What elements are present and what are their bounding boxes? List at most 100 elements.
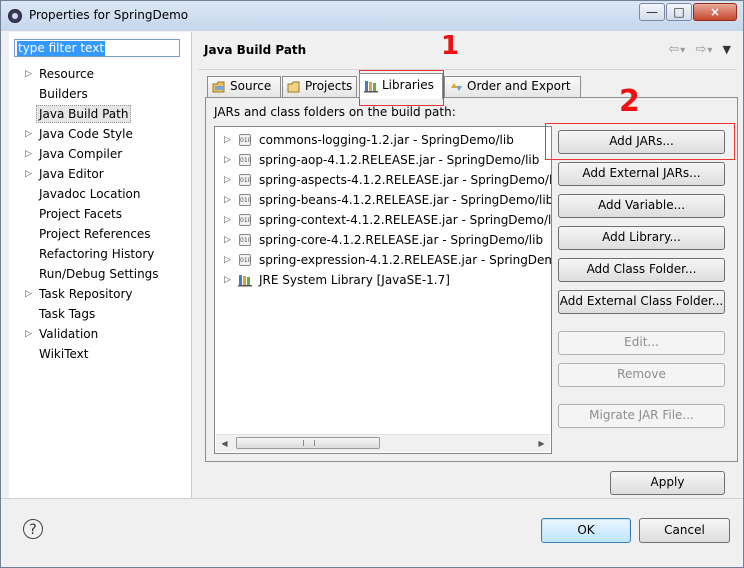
expand-arrow-icon[interactable]: ▷ <box>224 230 231 250</box>
sidebar-item-project-references[interactable]: Project References <box>9 225 189 243</box>
projects-folder-icon <box>287 81 300 93</box>
sidebar-item-label: Refactoring History <box>39 247 155 261</box>
library-label: spring-core-4.1.2.RELEASE.jar - SpringDe… <box>259 233 544 247</box>
library-row[interactable]: ▷ 010 spring-core-4.1.2.RELEASE.jar - Spri… <box>215 230 551 250</box>
back-menu-chevron-icon[interactable]: ▾ <box>680 45 685 56</box>
add-library-button[interactable]: Add Library... <box>558 226 725 250</box>
expand-arrow-icon[interactable]: ▷ <box>224 210 231 230</box>
library-label: spring-aop-4.1.2.RELEASE.jar - SpringDem… <box>259 153 540 167</box>
properties-dialog: Properties for SpringDemo — □ × type fil… <box>0 0 744 568</box>
add-external-class-folder-button[interactable]: Add External Class Folder... <box>558 290 725 314</box>
library-row[interactable]: ▷ 010 spring-context-4.1.2.RELEASE.jar - S… <box>215 210 552 230</box>
step-2-annotation: 2 <box>619 84 640 119</box>
expand-arrow-icon[interactable]: ▷ <box>25 325 35 343</box>
jar-icon: 010 <box>239 154 251 166</box>
window-title: Properties for SpringDemo <box>29 8 189 22</box>
library-label: spring-aspects-4.1.2.RELEASE.jar - Sprin… <box>259 173 552 187</box>
expand-arrow-icon[interactable]: ▷ <box>25 65 35 83</box>
libraries-description: JARs and class folders on the build path… <box>214 105 456 119</box>
sidebar-item-label: Resource <box>39 67 95 81</box>
minimize-button[interactable]: — <box>639 3 665 21</box>
library-label: spring-context-4.1.2.RELEASE.jar - Sprin… <box>259 213 552 227</box>
sidebar-item-java-code-style[interactable]: ▷ Java Code Style <box>9 125 189 143</box>
add-external-jars-button[interactable]: Add External JARs... <box>558 162 725 186</box>
sidebar-item-label: Project References <box>39 227 151 241</box>
sidebar-item-run-debug-settings[interactable]: Run/Debug Settings <box>9 265 189 283</box>
sidebar-item-refactoring-history[interactable]: Refactoring History <box>9 245 189 263</box>
library-label: commons-logging-1.2.jar - SpringDemo/lib <box>259 133 514 147</box>
forward-menu-chevron-icon[interactable]: ▾ <box>707 45 712 56</box>
expand-arrow-icon[interactable]: ▷ <box>224 190 231 210</box>
jar-icon: 010 <box>239 214 251 226</box>
expand-arrow-icon[interactable]: ▷ <box>224 130 231 150</box>
sidebar-item-label: Java Code Style <box>39 127 133 141</box>
edit-button[interactable]: Edit... <box>558 331 725 355</box>
library-list[interactable]: ▷ 010 commons-logging-1.2.jar - SpringDemo… <box>214 126 552 454</box>
forward-arrow-icon[interactable]: ⇨ <box>695 42 706 57</box>
expand-arrow-icon[interactable]: ▷ <box>224 250 231 270</box>
tab-projects[interactable]: Projects <box>282 76 357 97</box>
expand-arrow-icon[interactable]: ▷ <box>224 170 231 190</box>
add-jars-highlight <box>545 123 735 160</box>
source-folder-icon <box>212 81 225 93</box>
title-bar: Properties for SpringDemo — □ × <box>1 1 743 31</box>
scroll-right-icon[interactable]: ▶ <box>533 435 550 452</box>
expand-arrow-icon[interactable]: ▷ <box>224 270 231 290</box>
remove-button[interactable]: Remove <box>558 363 725 387</box>
scrollbar-thumb[interactable] <box>236 437 380 449</box>
cancel-button[interactable]: Cancel <box>639 518 730 543</box>
jar-icon: 010 <box>239 234 251 246</box>
sidebar-item-task-repository[interactable]: ▷ Task Repository <box>9 285 189 303</box>
sidebar-item-java-compiler[interactable]: ▷ Java Compiler <box>9 145 189 163</box>
jre-library-icon <box>238 275 252 287</box>
expand-arrow-icon[interactable]: ▷ <box>25 165 35 183</box>
jar-icon: 010 <box>239 254 251 266</box>
library-row[interactable]: ▷ 010 spring-aop-4.1.2.RELEASE.jar - Sprin… <box>215 150 551 170</box>
library-row[interactable]: ▷ 010 commons-logging-1.2.jar - SpringDemo… <box>215 130 551 150</box>
add-class-folder-button[interactable]: Add Class Folder... <box>558 258 725 282</box>
sidebar-item-wikitext[interactable]: WikiText <box>9 345 189 363</box>
library-row[interactable]: ▷ JRE System Library [JavaSE-1.7] <box>215 270 551 290</box>
sidebar-item-label: Run/Debug Settings <box>39 267 159 281</box>
eclipse-app-icon <box>8 9 22 23</box>
expand-arrow-icon[interactable]: ▷ <box>25 285 35 303</box>
sidebar-item-javadoc-location[interactable]: Javadoc Location <box>9 185 189 203</box>
sidebar-item-label: Javadoc Location <box>39 187 141 201</box>
page-navigation: ⇦▾ ⇨▾ ▼ <box>662 42 731 57</box>
library-row[interactable]: ▷ 010 spring-expression-4.1.2.RELEASE.jar … <box>215 250 551 270</box>
apply-button[interactable]: Apply <box>610 471 725 495</box>
sidebar-item-task-tags[interactable]: Task Tags <box>9 305 189 323</box>
help-icon[interactable]: ? <box>23 519 43 539</box>
migrate-jar-button[interactable]: Migrate JAR File... <box>558 404 725 428</box>
expand-arrow-icon[interactable]: ▷ <box>25 125 35 143</box>
expand-arrow-icon[interactable]: ▷ <box>224 150 231 170</box>
sidebar-item-resource[interactable]: ▷ Resource <box>9 65 189 83</box>
library-row[interactable]: ▷ 010 spring-aspects-4.1.2.RELEASE.jar - S… <box>215 170 552 190</box>
filter-input[interactable]: type filter text <box>14 39 180 57</box>
libraries-icon <box>364 81 378 93</box>
scroll-left-icon[interactable]: ◀ <box>216 435 233 452</box>
maximize-button[interactable]: □ <box>666 3 692 21</box>
filter-text: type filter text <box>17 41 106 56</box>
expand-arrow-icon[interactable]: ▷ <box>25 145 35 163</box>
sidebar-item-java-editor[interactable]: ▷ Java Editor <box>9 165 189 183</box>
jar-icon: 010 <box>239 174 251 186</box>
sidebar-item-validation[interactable]: ▷ Validation <box>9 325 189 343</box>
back-arrow-icon[interactable]: ⇦ <box>668 42 679 57</box>
sidebar-item-project-facets[interactable]: Project Facets <box>9 205 189 223</box>
sidebar-item-label: Task Repository <box>39 287 133 301</box>
view-menu-icon[interactable]: ▼ <box>723 43 731 56</box>
tab-source[interactable]: Source <box>207 76 281 97</box>
close-button[interactable]: × <box>693 3 737 21</box>
tab-order-and-export[interactable]: Order and Export <box>444 76 581 97</box>
thumb-grip-icon <box>303 440 315 446</box>
sidebar-item-builders[interactable]: Builders <box>9 85 189 103</box>
horizontal-scrollbar[interactable]: ◀ ▶ <box>216 434 550 452</box>
sidebar-item-label: Task Tags <box>39 307 96 321</box>
tab-libraries[interactable]: Libraries <box>359 73 443 99</box>
sidebar-item-java-build-path[interactable]: Java Build Path <box>9 105 189 123</box>
add-variable-button[interactable]: Add Variable... <box>558 194 725 218</box>
step-1-annotation: 1 <box>441 31 460 61</box>
library-row[interactable]: ▷ 010 spring-beans-4.1.2.RELEASE.jar - Spr… <box>215 190 551 210</box>
ok-button[interactable]: OK <box>541 518 631 543</box>
